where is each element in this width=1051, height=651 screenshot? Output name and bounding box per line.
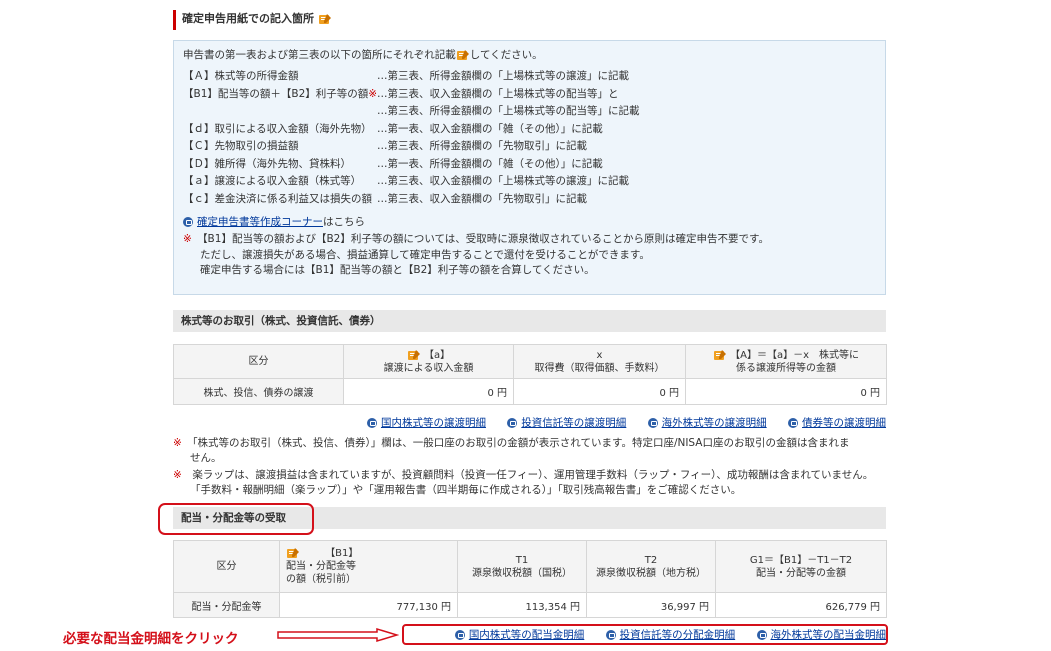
table-cell: 0 円: [343, 378, 514, 405]
link-icon: [366, 418, 377, 428]
row-label: 配当・分配金等: [173, 592, 280, 618]
dividends-table: 区分 【B1】 配当・分配金等 の額（税引前） T1 源泉徴収税額（国税） T2…: [173, 540, 887, 618]
info-note: ※ 【B1】配当等の額および【B2】利子等の額については、受取時に源泉徴収されて…: [183, 233, 769, 276]
foreign-stock-transfer-link[interactable]: 海外株式等の譲渡明細: [662, 417, 767, 429]
note-mark: ※: [368, 87, 378, 100]
column-header: 【A】＝【a】－x 株式等に 係る譲渡所得等の金額: [685, 344, 887, 379]
memo-icon: [407, 349, 420, 360]
info-row: 【Ｄ】雑所得（海外先物、貸株料） …第一表、所得金額欄の「雑（その他）」に記載: [183, 157, 603, 170]
column-header: 【B1】 配当・分配金等 の額（税引前）: [279, 540, 458, 593]
table-cell: 0 円: [685, 378, 887, 405]
fund-transfer-link[interactable]: 投資信託等の譲渡明細: [521, 417, 626, 429]
table-cell: 626,779 円: [715, 592, 887, 618]
table-row: 配当・分配金等 777,130 円 113,354 円 36,997 円 626…: [173, 592, 887, 618]
note-mark: ※: [173, 469, 182, 481]
row-label: 株式、投信、債券の譲渡: [173, 378, 344, 405]
info-row: 【ｃ】差金決済に係る利益又は損失の額 …第三表、収入金額欄の「先物取引」に記載: [183, 192, 587, 205]
table-header-row: 区分 【a】 譲渡による収入金額 x 取得費（取得価額、手数料） 【A】＝【a】…: [173, 344, 887, 379]
highlight-oval: [402, 624, 888, 645]
info-intro: 申告書の第一表および第三表の以下の箇所にそれぞれ記載 してください。: [183, 49, 543, 61]
link-icon: [647, 418, 658, 428]
section-title-text: 確定申告用紙での記入箇所: [182, 12, 314, 25]
domestic-stock-transfer-link[interactable]: 国内株式等の譲渡明細: [381, 417, 486, 429]
tax-return-corner-link[interactable]: 確定申告書等作成コーナー: [197, 216, 323, 228]
note-mark: ※: [173, 437, 182, 449]
info-row: 【Ｃ】先物取引の損益額 …第三表、所得金額欄の「先物取引」に記載: [183, 140, 587, 152]
memo-icon: [456, 50, 469, 60]
table-cell: 0 円: [513, 378, 686, 405]
table-header-row: 区分 【B1】 配当・分配金等 の額（税引前） T1 源泉徴収税額（国税） T2…: [173, 540, 887, 593]
info-row: 【ｄ】取引による収入金額（海外先物） …第一表、収入金額欄の「雑（その他）」に記載: [183, 122, 603, 135]
highlight-oval: [158, 503, 314, 535]
column-header: 【a】 譲渡による収入金額: [343, 344, 514, 379]
memo-icon: [287, 548, 299, 558]
note-mark: ※: [183, 233, 192, 245]
table-cell: 113,354 円: [457, 592, 587, 618]
tax-form-info-box: 申告書の第一表および第三表の以下の箇所にそれぞれ記載 してください。 【Ａ】株式等…: [173, 40, 886, 295]
info-row: 【ａ】譲渡による収入金額（株式等） …第三表、収入金額欄の「上場株式等の譲渡」に記…: [183, 175, 629, 187]
column-header: 区分: [173, 344, 344, 379]
link-icon: [507, 418, 518, 428]
stocks-section-header: 株式等のお取引（株式、投資信託、債券）: [173, 310, 886, 332]
column-header: 区分: [173, 540, 280, 593]
info-rows: 【Ａ】株式等の所得金額 …第三表、所得金額欄の「上場株式等の譲渡」に記載 【B1】…: [183, 68, 876, 208]
table-cell: 777,130 円: [279, 592, 458, 618]
annotation-callout: 必要な配当金明細をクリック: [63, 631, 239, 647]
stocks-table: 区分 【a】 譲渡による収入金額 x 取得費（取得価額、手数料） 【A】＝【a】…: [173, 344, 887, 405]
column-header: T2 源泉徴収税額（地方税）: [586, 540, 716, 593]
column-header: G1＝【B1】－T1－T2 配当・分配等の金額: [715, 540, 887, 593]
memo-icon: [713, 349, 726, 360]
stocks-notes: ※ 「株式等のお取引（株式、投信、債券）」欄は、一般口座のお取引の金額が表示され…: [173, 437, 874, 496]
memo-icon: [318, 14, 331, 24]
table-row: 株式、投信、債券の譲渡 0 円 0 円 0 円: [173, 378, 887, 405]
info-row: …第三表、所得金額欄の「上場株式等の配当等」に記載: [377, 105, 640, 117]
info-row: 【B1】配当等の額＋【B2】利子等の額※ …第三表、収入金額欄の「上場株式等の配当…: [183, 87, 619, 100]
tax-return-corner-line: 確定申告書等作成コーナーはこちら: [183, 214, 876, 230]
arrow-right-icon: [277, 628, 399, 642]
column-header: x 取得費（取得価額、手数料）: [513, 344, 686, 379]
link-icon: [183, 217, 193, 227]
section-title: 確定申告用紙での記入箇所: [173, 10, 886, 30]
column-header: T1 源泉徴収税額（国税）: [457, 540, 587, 593]
link-icon: [788, 418, 798, 428]
bond-transfer-link[interactable]: 債券等の譲渡明細: [802, 417, 886, 429]
stocks-detail-links: 国内株式等の譲渡明細 投資信託等の譲渡明細 海外株式等の譲渡明細 債券等の譲渡明…: [173, 415, 886, 430]
table-cell: 36,997 円: [586, 592, 716, 618]
info-row: 【Ａ】株式等の所得金額 …第三表、所得金額欄の「上場株式等の譲渡」に記載: [183, 70, 629, 82]
